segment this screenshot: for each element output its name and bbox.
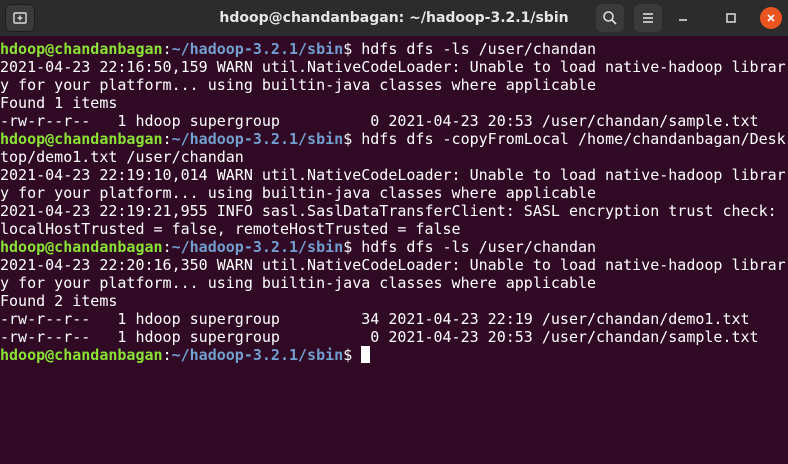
- menu-button[interactable]: [634, 4, 662, 32]
- minimize-button[interactable]: [669, 4, 697, 32]
- new-tab-icon: [13, 12, 27, 24]
- terminal-window: hdoop@chandanbagan: ~/hadoop-3.2.1/sbin: [0, 0, 788, 464]
- output-line: 2021-04-23 22:20:16,350 WARN util.Native…: [0, 256, 786, 274]
- prompt-user-host: hdoop@chandanbagan: [0, 238, 163, 256]
- prompt-dollar: $: [343, 346, 353, 364]
- maximize-icon: [726, 13, 736, 23]
- close-button[interactable]: [760, 7, 782, 29]
- output-line: top/demo1.txt /user/chandan: [0, 148, 244, 166]
- output-line: -rw-r--r-- 1 hdoop supergroup 0 2021-04-…: [0, 112, 759, 130]
- prompt-path: ~/hadoop-3.2.1/sbin: [171, 238, 344, 256]
- prompt-dollar: $: [343, 238, 353, 256]
- output-line: 2021-04-23 22:19:10,014 WARN util.Native…: [0, 166, 786, 184]
- prompt-user-host: hdoop@chandanbagan: [0, 346, 163, 364]
- output-line: localHostTrusted = false, remoteHostTrus…: [0, 220, 461, 238]
- prompt-dollar: $: [343, 40, 353, 58]
- prompt-colon: :: [162, 346, 172, 364]
- prompt-user-host: hdoop@chandanbagan: [0, 130, 163, 148]
- prompt-path: ~/hadoop-3.2.1/sbin: [171, 130, 344, 148]
- prompt-line: hdoop@chandanbagan:~/hadoop-3.2.1/sbin$ …: [0, 130, 788, 148]
- prompt-colon: :: [162, 40, 172, 58]
- command-text: [352, 346, 361, 364]
- command-text: hdfs dfs -ls /user/chandan: [352, 238, 597, 256]
- prompt-path: ~/hadoop-3.2.1/sbin: [171, 40, 344, 58]
- terminal-output[interactable]: hdoop@chandanbagan:~/hadoop-3.2.1/sbin$ …: [0, 40, 788, 464]
- prompt-user-host: hdoop@chandanbagan: [0, 40, 163, 58]
- prompt-line: hdoop@chandanbagan:~/hadoop-3.2.1/sbin$: [0, 346, 788, 364]
- output-line: Found 1 items: [0, 94, 118, 112]
- prompt-colon: :: [162, 130, 172, 148]
- search-button[interactable]: [596, 4, 624, 32]
- output-line: 2021-04-23 22:16:50,159 WARN util.Native…: [0, 58, 786, 76]
- output-line: 2021-04-23 22:19:21,955 INFO sasl.SaslDa…: [0, 202, 777, 220]
- output-line: y for your platform... using builtin-jav…: [0, 274, 597, 292]
- prompt-line: hdoop@chandanbagan:~/hadoop-3.2.1/sbin$ …: [0, 238, 788, 256]
- text-cursor[interactable]: [361, 346, 371, 363]
- title-bar: hdoop@chandanbagan: ~/hadoop-3.2.1/sbin: [0, 0, 788, 36]
- prompt-line: hdoop@chandanbagan:~/hadoop-3.2.1/sbin$ …: [0, 40, 788, 58]
- close-icon: [767, 14, 775, 22]
- output-line: -rw-r--r-- 1 hdoop supergroup 0 2021-04-…: [0, 328, 759, 346]
- prompt-colon: :: [162, 238, 172, 256]
- prompt-path: ~/hadoop-3.2.1/sbin: [171, 346, 344, 364]
- hamburger-menu-icon: [643, 13, 653, 23]
- output-line: -rw-r--r-- 1 hdoop supergroup 34 2021-04…: [0, 310, 750, 328]
- search-icon: [603, 11, 617, 25]
- output-line: y for your platform... using builtin-jav…: [0, 76, 597, 94]
- command-text: hdfs dfs -ls /user/chandan: [352, 40, 597, 58]
- prompt-dollar: $: [343, 130, 353, 148]
- maximize-button[interactable]: [717, 4, 745, 32]
- new-tab-button[interactable]: [5, 4, 35, 32]
- output-line: Found 2 items: [0, 292, 118, 310]
- output-line: y for your platform... using builtin-jav…: [0, 184, 597, 202]
- command-text: hdfs dfs -copyFromLocal /home/chandanbag…: [352, 130, 786, 148]
- minimize-icon: [679, 19, 687, 21]
